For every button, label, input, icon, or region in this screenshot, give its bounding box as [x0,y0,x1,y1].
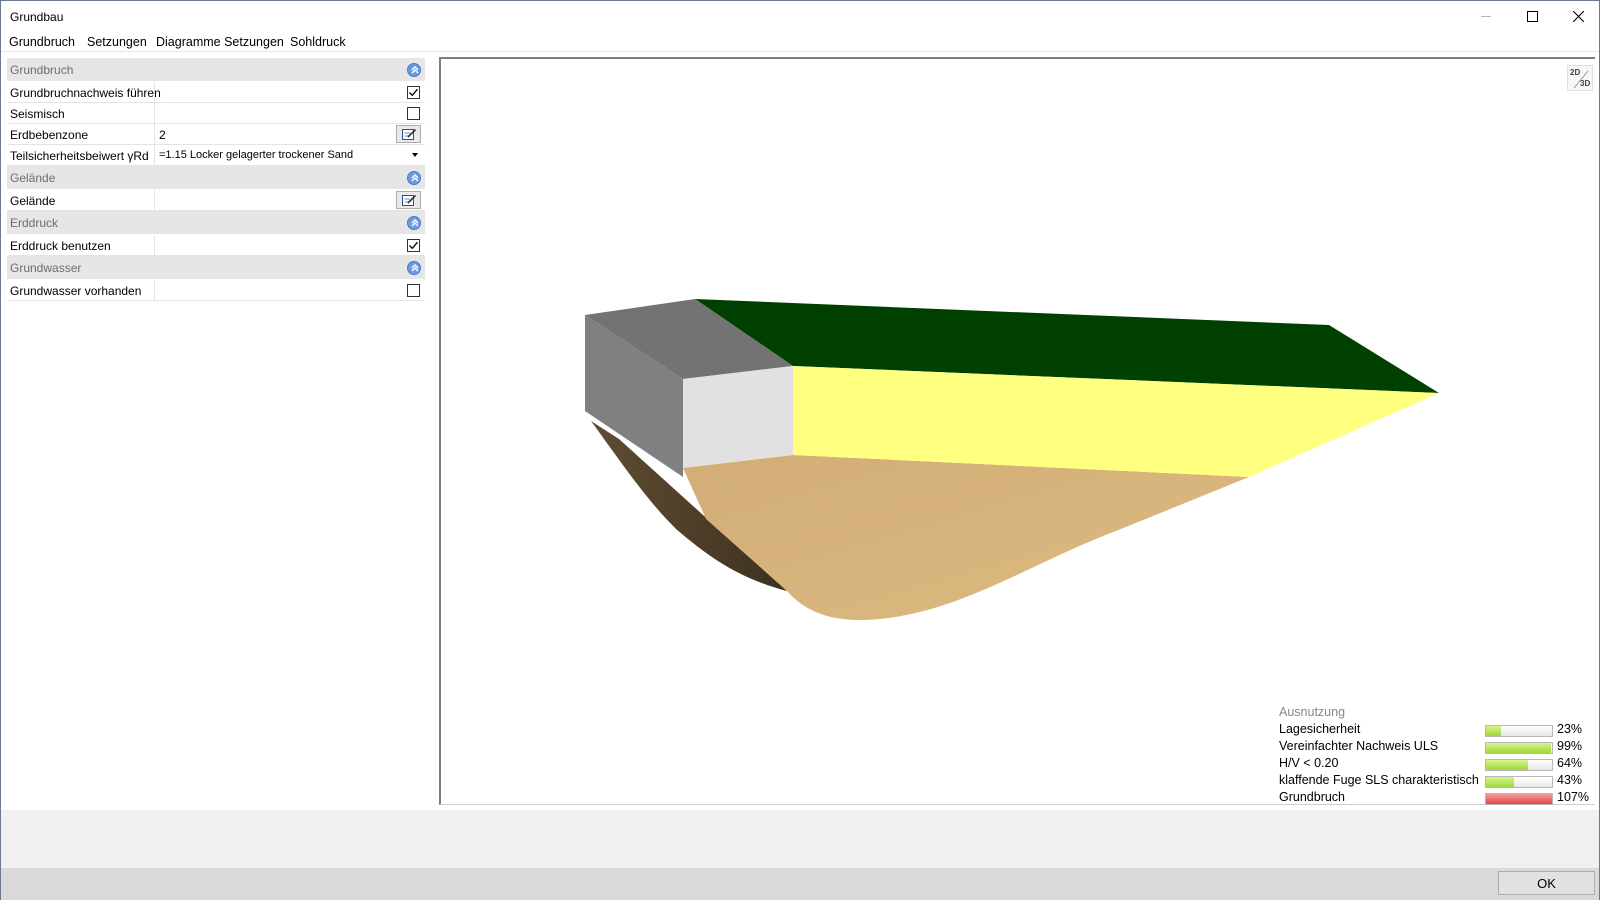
utilization-bar [1485,742,1553,754]
section-grundbruch[interactable]: Grundbruch [7,58,425,82]
row-label: Erdbebenzone [10,128,89,142]
utilization-bar-fill [1486,743,1552,753]
menu-diagramme-setzungen[interactable]: Diagramme Setzungen [156,35,284,49]
section-grundwasser[interactable]: Grundwasser [7,256,425,280]
foundation-front-face [683,366,793,468]
utilization-percent: 43% [1557,773,1583,787]
section-erddruck[interactable]: Erddruck [7,211,425,235]
section-title: Grundwasser [10,261,82,275]
row-label: Grundbruchnachweis führen [10,86,161,100]
teilsicherheitsbeiwert-select[interactable]: =1.15 Locker gelagerter trockener Sand [159,149,353,161]
edit-icon [402,194,417,206]
row-divider [154,190,155,211]
row-label: Seismisch [10,107,65,121]
row-divider [154,145,155,166]
utilization-bar [1485,725,1553,737]
collapse-icon[interactable] [407,216,421,230]
section-title: Erddruck [10,216,59,230]
row-seismisch: Seismisch [7,103,425,124]
row-grundbruchnachweis: Grundbruchnachweis führen [7,82,425,103]
utilization-row: H/V < 0.20 64% [1279,756,1595,773]
row-label: Teilsicherheitsbeiwert γRd [10,149,149,163]
property-grid: Grundbruch Grundbruchnachweis führen Sei… [7,58,425,301]
utilization-percent: 99% [1557,739,1583,753]
utilization-bar [1485,759,1553,771]
utilization-label: Lagesicherheit [1279,722,1361,736]
utilization-bar [1485,776,1553,788]
menu-grundbruch[interactable]: Grundbruch [9,35,75,49]
maximize-button[interactable] [1509,1,1555,32]
button-bar: OK [1,868,1599,900]
failure-wedge-body [683,455,1249,621]
row-divider [154,103,155,124]
menu-bar: Grundbruch Setzungen Diagramme Setzungen… [1,32,1599,52]
bottom-panel [1,810,1599,868]
gelaende-edit-button[interactable] [396,191,421,209]
close-icon [1572,11,1584,22]
3d-scene[interactable] [441,59,1597,807]
seismisch-checkbox[interactable] [407,107,420,120]
grundbruchnachweis-checkbox[interactable] [407,86,420,99]
dropdown-arrow-icon[interactable] [412,153,418,157]
utilization-title: Ausnutzung [1279,705,1346,719]
checkmark-icon [409,241,418,250]
row-label: Gelände [10,194,56,208]
utilization-label: klaffende Fuge SLS charakteristisch [1279,773,1479,787]
utilization-bar-fill [1486,777,1515,787]
utilization-label: Vereinfachter Nachweis ULS [1279,739,1439,753]
utilization-percent: 64% [1557,756,1583,770]
edit-icon [402,128,417,140]
utilization-label: Grundbruch [1279,790,1346,804]
row-label: Grundwasser vorhanden [10,284,142,298]
row-gelaende: Gelände [7,190,425,211]
row-divider [154,235,155,256]
grundwasser-checkbox[interactable] [407,284,420,297]
utilization-row: klaffende Fuge SLS charakteristisch 43% [1279,773,1595,790]
utilization-row: Vereinfachter Nachweis ULS 99% [1279,739,1595,756]
section-title: Grundbruch [10,63,74,77]
utilization-percent: 23% [1557,722,1583,736]
window-title: Grundbau [10,10,64,24]
menu-setzungen[interactable]: Setzungen [87,35,147,49]
section-title: Gelände [10,171,56,185]
utilization-bar-fill [1486,726,1502,736]
row-divider [154,280,155,301]
erdbebenzone-value[interactable]: 2 [159,128,166,142]
section-gelaende[interactable]: Gelände [7,166,425,190]
collapse-icon[interactable] [407,63,421,77]
utilization-bar-fill [1486,794,1552,804]
menu-sohldruck[interactable]: Sohldruck [290,35,346,49]
ok-button[interactable]: OK [1498,871,1595,895]
menu-separator [1,51,1599,52]
utilization-row: Lagesicherheit 23% [1279,722,1595,739]
erddruck-checkbox[interactable] [407,239,420,252]
minimize-icon [1480,16,1491,17]
row-grundwasser-vorhanden: Grundwasser vorhanden [7,280,425,301]
collapse-icon[interactable] [407,171,421,185]
utilization-label: H/V < 0.20 [1279,756,1339,770]
title-bar: Grundbau [1,1,1599,32]
utilization-percent: 107% [1557,790,1589,804]
checkmark-icon [409,88,418,97]
utilization-bar-fill [1486,760,1529,770]
3d-viewport[interactable]: 2D 3D Ausnutzung Lagesicherheit 23% Verein… [439,57,1595,805]
collapse-icon[interactable] [407,261,421,275]
row-divider [154,82,155,103]
utilization-bar [1485,793,1553,805]
2d-3d-toggle-button[interactable]: 2D 3D [1567,65,1593,91]
row-divider [154,124,155,145]
minimize-button[interactable] [1463,1,1509,32]
row-erddruck-benutzen: Erddruck benutzen [7,235,425,256]
erdbebenzone-edit-button[interactable] [396,125,421,143]
close-button[interactable] [1555,1,1600,32]
row-teilsicherheitsbeiwert: Teilsicherheitsbeiwert γRd =1.15 Locker … [7,145,425,166]
maximize-icon [1526,11,1538,22]
app-window: Grundbau Grundbruch Setzungen Diagramme … [0,0,1600,900]
utilization-row: Grundbruch 107% [1279,790,1595,807]
toggle-3d-label: 3D [1580,79,1591,88]
row-label: Erddruck benutzen [10,239,111,253]
row-erdbebenzone: Erdbebenzone 2 [7,124,425,145]
